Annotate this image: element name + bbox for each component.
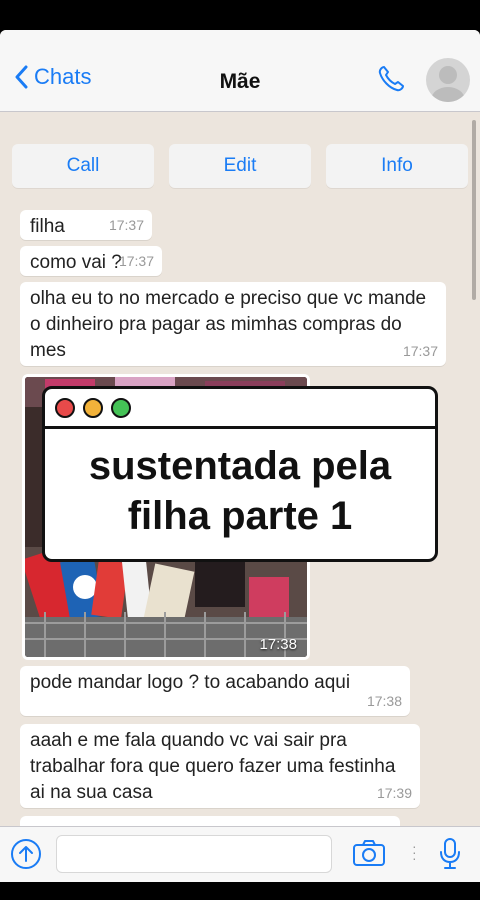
camera-icon — [353, 840, 385, 866]
overlay-caption: sustentada pela filha parte 1 — [45, 429, 435, 541]
message-bubble[interactable]: pode mandar logo ? to acabando aqui 17:3… — [20, 666, 410, 716]
phone-call-button[interactable] — [376, 64, 406, 99]
message-text: como vai ? — [30, 252, 122, 273]
message-text: filha — [30, 216, 65, 237]
message-bubble[interactable]: como vai ? 17:37 — [20, 246, 162, 276]
chat-title: Mãe — [219, 70, 261, 93]
chat-header: Chats Mãe — [0, 30, 480, 112]
message-time: 17:38 — [366, 693, 402, 709]
message-input[interactable] — [56, 835, 332, 873]
message-time: 17:39 — [376, 785, 412, 801]
edit-button[interactable]: Edit — [169, 144, 311, 188]
yellow-dot-icon — [83, 397, 103, 418]
overlay-line-2: filha parte 1 — [127, 494, 353, 538]
message-text: olha eu to no mercado e preciso que vc m… — [30, 288, 427, 361]
message-text: pode mandar logo ? to acabando aqui — [30, 672, 351, 693]
more-dots-icon: · · · — [412, 838, 417, 866]
message-bubble[interactable]: olha eu to no mercado e preciso que vc m… — [20, 282, 446, 366]
message-input-bar: · · · — [0, 826, 480, 882]
chat-screen: Chats Mãe Call Edit Info filha 17:37 com… — [0, 30, 480, 882]
message-bubble[interactable]: aaah e me fala quando vc vai sair pra tr… — [20, 724, 420, 808]
message-time: 17:37 — [108, 217, 144, 233]
microphone-button[interactable] — [438, 837, 462, 876]
red-dot-icon — [55, 397, 75, 418]
phone-icon — [378, 66, 404, 92]
message-bubble[interactable]: filha 17:37 — [20, 210, 152, 240]
message-time: 17:37 — [402, 343, 438, 359]
green-dot-icon — [111, 397, 131, 418]
camera-button[interactable] — [352, 839, 386, 872]
default-avatar-icon — [431, 66, 465, 102]
message-text: aaah e me fala quando vc vai sair pra tr… — [30, 730, 396, 803]
overlay-caption-card: sustentada pela filha parte 1 — [42, 386, 438, 562]
message-time: 17:37 — [118, 253, 154, 269]
contact-avatar[interactable] — [426, 58, 470, 102]
microphone-icon — [440, 838, 460, 869]
message-time: 17:38 — [259, 636, 297, 653]
window-title-bar — [45, 389, 435, 429]
info-button[interactable]: Info — [326, 144, 468, 188]
upload-arrow-icon — [11, 839, 41, 869]
contact-actions: Call Edit Info — [12, 144, 468, 188]
attach-button[interactable] — [10, 838, 42, 875]
scrollbar[interactable] — [472, 120, 476, 300]
call-button[interactable]: Call — [12, 144, 154, 188]
overlay-line-1: sustentada pela — [88, 444, 392, 488]
